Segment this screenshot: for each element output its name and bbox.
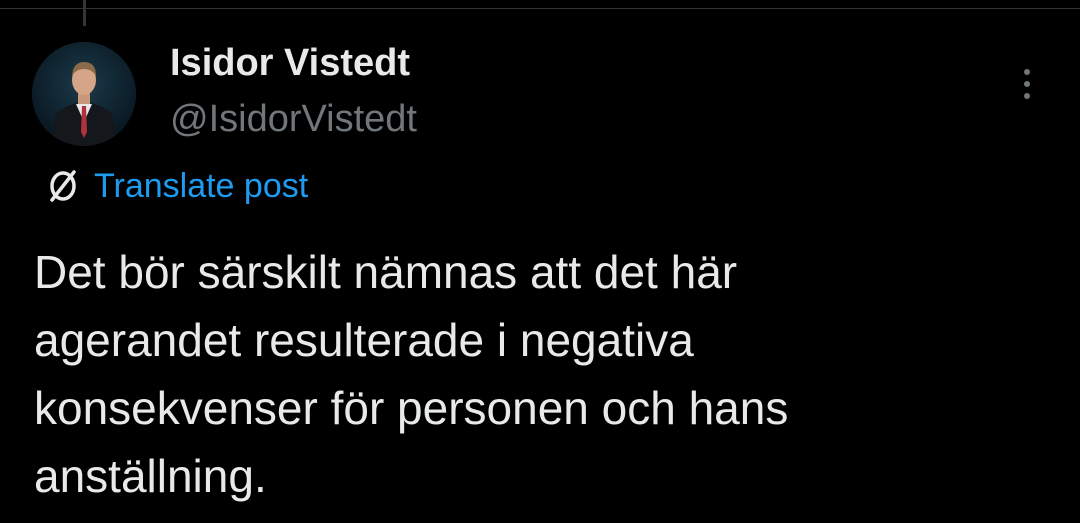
- post-text-line: konsekvenser för personen och hans: [34, 382, 789, 434]
- post-text-line: agerandet resulterade i negativa: [34, 314, 694, 366]
- author-display-name[interactable]: Isidor Vistedt: [170, 40, 417, 86]
- divider: [0, 8, 1080, 9]
- thread-connector-line: [83, 0, 86, 26]
- translate-post-label: Translate post: [94, 167, 309, 205]
- more-options-button[interactable]: [1005, 62, 1049, 106]
- author-handle[interactable]: @IsidorVistedt: [170, 96, 417, 142]
- more-vertical-icon: [1024, 69, 1030, 75]
- globe-icon: [44, 167, 82, 205]
- post-text: Det bör särskilt nämnas att det här ager…: [34, 238, 1044, 510]
- avatar[interactable]: [32, 42, 136, 146]
- translate-post-button[interactable]: Translate post: [44, 164, 308, 208]
- post-text-line: Det bör särskilt nämnas att det här: [34, 246, 738, 298]
- more-vertical-icon-dot: [1024, 81, 1030, 87]
- more-vertical-icon-dot: [1024, 93, 1030, 99]
- post-text-line: anställning.: [34, 450, 267, 502]
- post-author[interactable]: Isidor Vistedt @IsidorVistedt: [170, 40, 417, 142]
